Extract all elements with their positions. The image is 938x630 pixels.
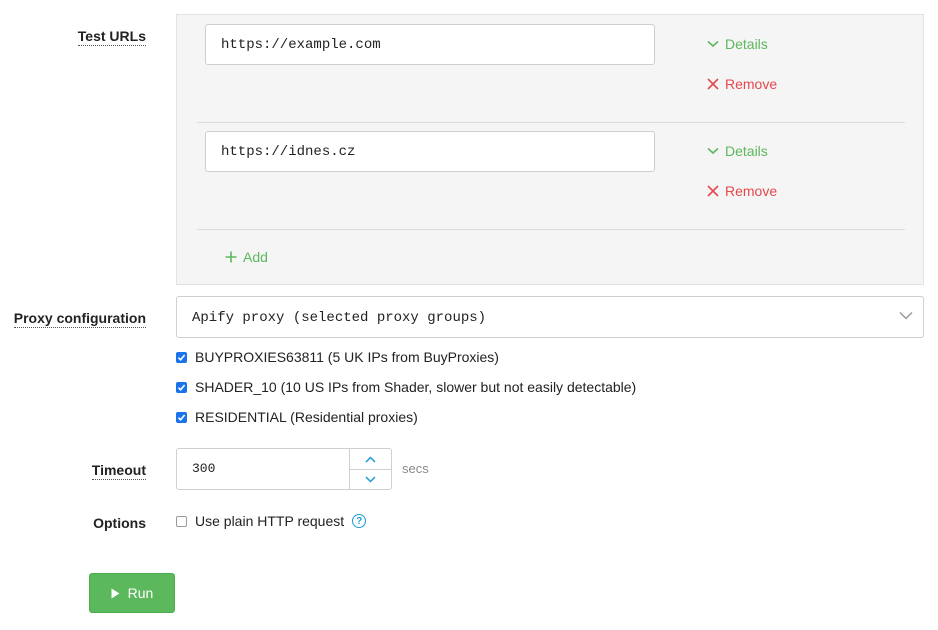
test-urls-panel: https://example.com Details Remove https… [176,14,924,285]
timeout-value: 300 [192,461,216,476]
proxy-select[interactable]: Apify proxy (selected proxy groups) [176,296,924,338]
decrement-button[interactable] [350,469,391,489]
row-divider [197,229,905,230]
details-toggle[interactable]: Details [707,143,768,159]
remove-button[interactable]: Remove [707,76,777,92]
check-icon [177,383,186,391]
close-icon [707,78,719,90]
plain-http-label: Use plain HTTP request [195,513,345,529]
play-icon [111,588,120,598]
chevron-down-icon [365,475,376,483]
plus-icon [225,251,237,263]
checkbox-checked[interactable] [176,351,187,363]
chevron-down-icon [899,311,913,320]
timeout-stepper[interactable] [349,449,391,489]
proxy-group-option[interactable]: SHADER_10 (10 US IPs from Shader, slower… [176,379,636,395]
remove-label: Remove [725,183,778,199]
chevron-down-icon [707,147,719,155]
details-toggle[interactable]: Details [707,36,768,52]
row-divider [197,122,905,123]
url-input[interactable]: https://idnes.cz [205,131,655,172]
checkbox-checked[interactable] [176,381,187,393]
proxy-group-option[interactable]: BUYPROXIES63811 (5 UK IPs from BuyProxie… [176,349,499,365]
details-label: Details [725,36,768,52]
proxy-configuration-label: Proxy configuration [13,310,146,328]
close-icon [707,185,719,197]
details-label: Details [725,143,768,159]
timeout-label: Timeout [91,462,146,480]
timeout-input[interactable]: 300 [176,448,392,490]
check-icon [177,413,186,421]
remove-button[interactable]: Remove [707,183,777,199]
add-label: Add [243,249,268,265]
chevron-down-icon [707,40,719,48]
checkbox-checked[interactable] [176,411,187,423]
remove-label: Remove [725,76,778,92]
test-urls-label: Test URLs [77,28,146,46]
proxy-select-value: Apify proxy (selected proxy groups) [192,310,487,326]
run-label: Run [127,585,154,601]
checkbox-unchecked[interactable] [176,515,187,527]
help-icon[interactable]: ? [352,514,367,528]
plain-http-option[interactable]: Use plain HTTP request ? [176,513,367,529]
run-button[interactable]: Run [89,573,175,613]
check-icon [177,353,186,361]
timeout-unit: secs [402,461,429,476]
add-url-button[interactable]: Add [225,249,268,265]
proxy-group-option[interactable]: RESIDENTIAL (Residential proxies) [176,409,418,425]
proxy-group-label: SHADER_10 (10 US IPs from Shader, slower… [195,379,637,395]
options-label: Options [93,515,146,531]
proxy-group-label: BUYPROXIES63811 (5 UK IPs from BuyProxie… [195,349,499,365]
url-input[interactable]: https://example.com [205,24,655,65]
proxy-group-label: RESIDENTIAL (Residential proxies) [195,409,418,425]
chevron-up-icon [365,455,376,463]
increment-button[interactable] [350,449,391,470]
